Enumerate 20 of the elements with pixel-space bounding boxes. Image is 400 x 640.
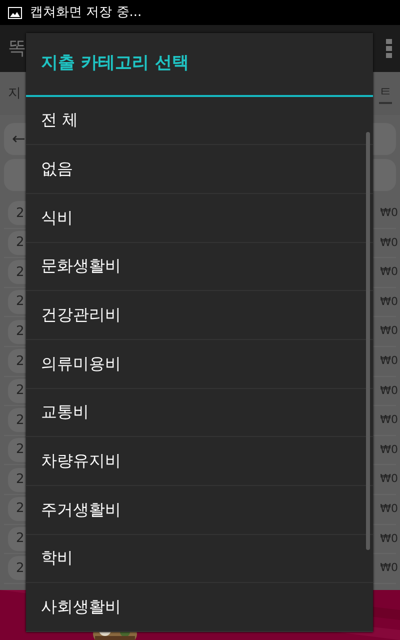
amount-text: ₩0: [380, 205, 398, 222]
amount-text: ₩0: [380, 353, 398, 370]
amount-text: ₩0: [380, 560, 398, 576]
amount-text: ₩0: [380, 234, 398, 251]
app-title: 똑: [8, 37, 26, 61]
amount-text: ₩0: [380, 471, 398, 488]
amount-text: ₩0: [380, 294, 398, 310]
category-option[interactable]: 사회생활비: [26, 583, 373, 632]
notification-text: 캡쳐화면 저장 중...: [30, 4, 142, 22]
amount-text: ₩0: [380, 412, 398, 428]
dialog-title: 지출 카테고리 선택: [26, 33, 373, 97]
amount-text: ₩0: [380, 323, 398, 340]
amount-text: ₩0: [380, 530, 398, 547]
scrollbar-thumb[interactable]: [366, 132, 370, 550]
amount-text: ₩0: [380, 382, 398, 399]
amount-text: ₩0: [380, 500, 398, 517]
overflow-menu-icon[interactable]: [386, 38, 392, 58]
amount-text: ₩0: [380, 442, 398, 458]
amount-text: ₩0: [380, 264, 398, 280]
image-icon: [8, 6, 22, 18]
